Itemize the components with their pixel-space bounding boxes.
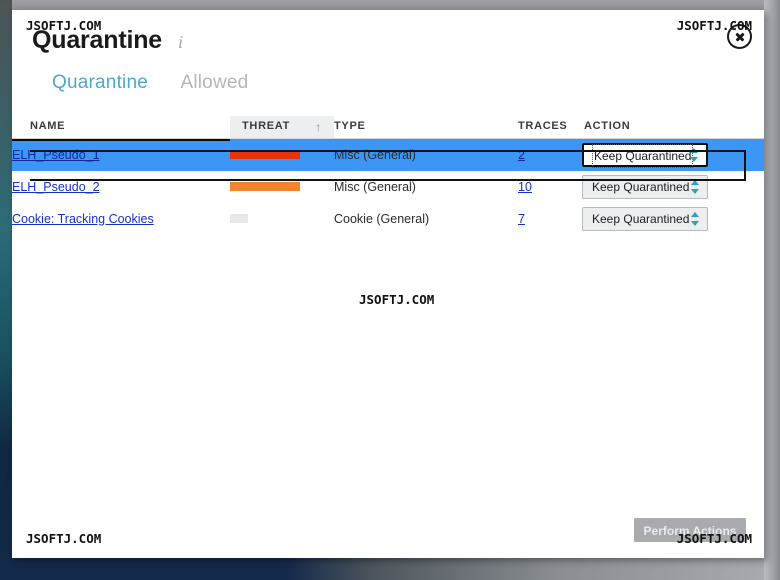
tab-quarantine[interactable]: Quarantine	[52, 72, 148, 94]
selection-outline-top	[30, 150, 746, 152]
cell-traces: 10	[518, 171, 582, 203]
spinner-arrows-icon[interactable]	[691, 211, 700, 227]
watermark-top-right: JSOFTJ.COM	[676, 18, 752, 33]
quarantine-dialog: Quarantine i Quarantine Allowed NAME THR…	[12, 10, 764, 558]
threat-level-bar	[230, 214, 248, 223]
watermark-center: JSOFTJ.COM	[359, 292, 435, 307]
cell-action: Keep Quarantined	[582, 171, 764, 203]
tab-allowed[interactable]: Allowed	[180, 72, 248, 94]
action-select-value: Keep Quarantined	[591, 143, 694, 168]
backdrop-top-bar	[0, 0, 780, 10]
column-header-type[interactable]: TYPE	[334, 116, 518, 139]
tab-bar: Quarantine Allowed	[12, 72, 764, 110]
traces-link[interactable]: 7	[518, 212, 525, 226]
backdrop-right-edge	[764, 0, 780, 580]
table-row[interactable]: Cookie: Tracking Cookies Cookie (General…	[12, 203, 764, 235]
traces-link[interactable]: 10	[518, 180, 532, 194]
watermark-bottom-left: JSOFTJ.COM	[26, 531, 102, 546]
cell-traces: 2	[518, 138, 582, 171]
cell-traces: 7	[518, 203, 582, 235]
cell-action: Keep Quarantined	[582, 203, 764, 235]
column-header-action[interactable]: ACTION	[582, 116, 764, 139]
table-row[interactable]: ELH_Pseudo_2 Misc (General) 10 Keep Quar…	[12, 171, 764, 203]
watermark-bottom-right: JSOFTJ.COM	[676, 531, 752, 546]
cell-threat	[230, 138, 334, 171]
cell-type: Cookie (General)	[334, 211, 430, 226]
sort-ascending-icon: ↑	[315, 120, 322, 134]
cell-name: ELH_Pseudo_1	[12, 138, 230, 171]
desktop-backdrop: Quarantine i Quarantine Allowed NAME THR…	[0, 0, 780, 580]
info-icon[interactable]: i	[178, 32, 183, 53]
quarantine-table-wrap: NAME THREAT ↑ TYPE TRACES ACTION ELH_Pse…	[12, 116, 764, 235]
backdrop-taskbar	[0, 558, 300, 580]
cell-threat	[230, 203, 334, 235]
watermark-top-left: JSOFTJ.COM	[26, 18, 102, 33]
table-row[interactable]: ELH_Pseudo_1 Misc (General) 2 Keep Quara…	[12, 138, 764, 171]
column-header-traces[interactable]: TRACES	[518, 116, 582, 139]
action-select[interactable]: Keep Quarantined	[582, 206, 708, 231]
cell-type: Misc (General)	[334, 138, 518, 171]
backdrop-bottom-fade	[286, 558, 780, 580]
cell-name: Cookie: Tracking Cookies	[12, 203, 230, 235]
action-select[interactable]: Keep Quarantined	[582, 142, 708, 168]
table-body: ELH_Pseudo_1 Misc (General) 2 Keep Quara…	[12, 138, 764, 235]
column-header-name[interactable]: NAME	[12, 116, 230, 139]
backdrop-left-edge	[0, 0, 12, 580]
action-select-value: Keep Quarantined	[592, 211, 690, 226]
cell-name: ELH_Pseudo_2	[12, 171, 230, 203]
table-header-row: NAME THREAT ↑ TYPE TRACES ACTION	[12, 116, 764, 139]
quarantine-item-link[interactable]: ELH_Pseudo_2	[12, 180, 100, 194]
selection-outline-bottom	[30, 179, 746, 181]
table-header: NAME THREAT ↑ TYPE TRACES ACTION	[12, 116, 764, 139]
quarantine-item-link[interactable]: Cookie: Tracking Cookies	[12, 212, 154, 226]
column-header-threat-label: THREAT	[242, 120, 290, 132]
selection-outline-right	[744, 150, 746, 181]
cell-action: Keep Quarantined	[582, 138, 764, 171]
action-select-value: Keep Quarantined	[592, 179, 690, 194]
dialog-header: Quarantine i	[12, 10, 764, 72]
quarantine-table: NAME THREAT ↑ TYPE TRACES ACTION ELH_Pse…	[12, 116, 764, 235]
threat-level-bar	[230, 182, 300, 191]
cell-type: Misc (General)	[334, 179, 416, 194]
cell-threat	[230, 171, 334, 203]
column-header-threat[interactable]: THREAT ↑	[230, 116, 334, 139]
